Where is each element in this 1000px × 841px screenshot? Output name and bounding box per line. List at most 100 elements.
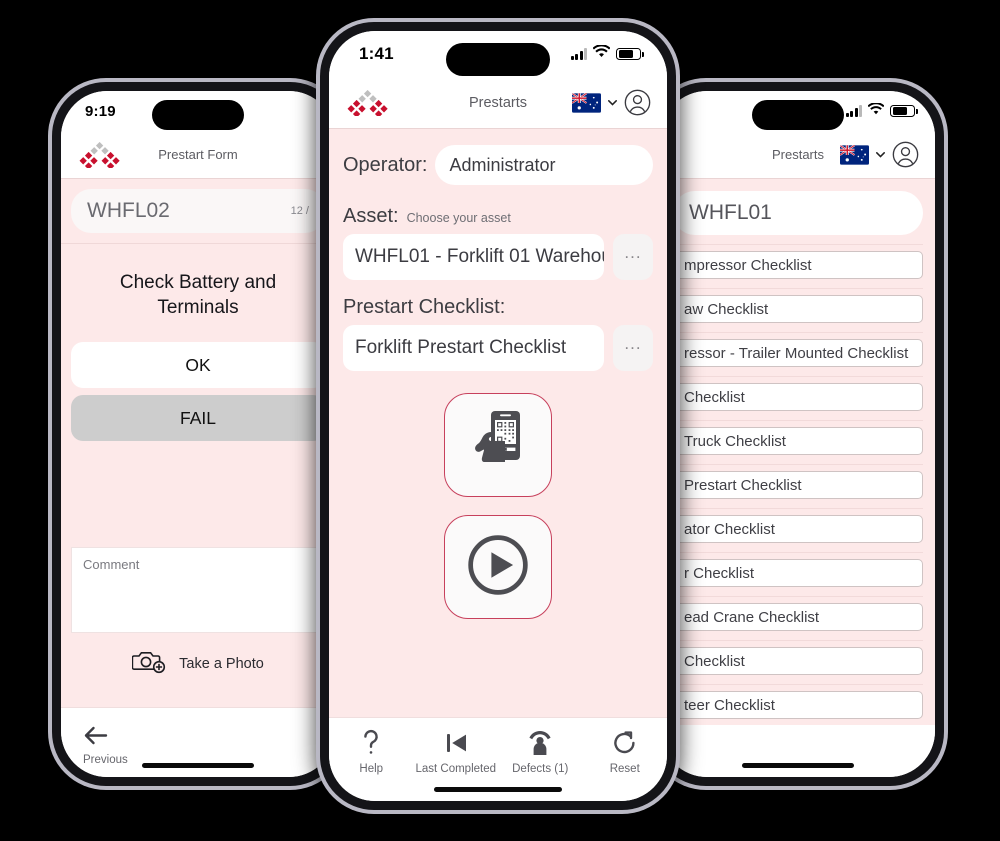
list-item[interactable]: Truck Checklist bbox=[673, 427, 923, 455]
start-button[interactable] bbox=[444, 515, 552, 619]
header-actions bbox=[840, 141, 919, 168]
phone-bezel: 1:41 Prestarts Operator: Administrator A… bbox=[320, 22, 676, 810]
user-avatar-icon[interactable] bbox=[892, 141, 919, 168]
status-bar: 9:19 bbox=[61, 91, 335, 131]
phone-screen-left: 9:19 Prestart Form WHFL02 12 / Check Bat… bbox=[61, 91, 335, 777]
action-buttons bbox=[343, 393, 653, 619]
user-avatar-icon[interactable] bbox=[624, 89, 651, 116]
phone-device-left: 9:19 Prestart Form WHFL02 12 / Check Bat… bbox=[48, 78, 348, 790]
progress-counter: 12 / bbox=[290, 205, 309, 217]
status-indicators bbox=[845, 102, 918, 120]
asset-label-row: Asset: Choose your asset bbox=[343, 205, 653, 228]
question-mark-icon bbox=[362, 728, 380, 758]
search-input[interactable]: WHFL01 bbox=[673, 191, 923, 235]
list-item[interactable]: ead Crane Checklist bbox=[673, 603, 923, 631]
arrow-left-icon bbox=[83, 720, 108, 750]
checklist-list: mpressor Checklist aw Checklist ressor -… bbox=[661, 244, 935, 719]
asset-search-input[interactable]: WHFL02 12 / bbox=[71, 189, 325, 233]
dynamic-island bbox=[446, 43, 550, 76]
app-header-center: Prestarts bbox=[329, 77, 667, 129]
tab-help-label: Help bbox=[359, 763, 384, 775]
checklist-label-row: Prestart Checklist: bbox=[343, 296, 653, 319]
divider bbox=[673, 508, 923, 509]
phone-bezel: Prestarts WHFL01 mpressor Checklist aw C… bbox=[652, 82, 944, 786]
list-item[interactable]: ressor - Trailer Mounted Checklist bbox=[673, 339, 923, 367]
checklist-picker-button[interactable]: ... bbox=[613, 325, 653, 371]
phone-bezel: 9:19 Prestart Form WHFL02 12 / Check Bat… bbox=[52, 82, 344, 786]
person-defect-icon bbox=[526, 728, 554, 758]
take-photo-label: Take a Photo bbox=[179, 655, 264, 672]
divider bbox=[673, 376, 923, 377]
asset-row: WHFL01 - Forklift 01 Warehou... ... bbox=[343, 234, 653, 280]
diamond-cluster-logo bbox=[345, 89, 391, 116]
bottom-safe-area bbox=[661, 725, 935, 777]
answer-fail-button[interactable]: FAIL bbox=[71, 395, 325, 442]
divider bbox=[673, 420, 923, 421]
status-indicators bbox=[570, 44, 644, 63]
cellular-signal-icon bbox=[845, 105, 862, 117]
dynamic-island bbox=[752, 100, 844, 130]
divider bbox=[673, 684, 923, 685]
checklist-input[interactable]: Forklift Prestart Checklist bbox=[343, 325, 604, 371]
australia-flag-icon[interactable] bbox=[840, 144, 869, 165]
hand-holding-phone-qr-icon bbox=[465, 408, 531, 483]
status-clock: 9:19 bbox=[85, 102, 116, 120]
operator-input[interactable]: Administrator bbox=[435, 145, 653, 185]
battery-icon bbox=[616, 47, 644, 61]
asset-label: Asset: bbox=[343, 205, 399, 227]
asset-input[interactable]: WHFL01 - Forklift 01 Warehou... bbox=[343, 234, 604, 280]
list-item[interactable]: mpressor Checklist bbox=[673, 251, 923, 279]
tab-last-completed-label: Last Completed bbox=[415, 763, 497, 775]
wifi-icon bbox=[867, 102, 885, 120]
diamond-cluster-logo bbox=[77, 141, 123, 168]
list-item[interactable]: Checklist bbox=[673, 647, 923, 675]
screenshot-stage: 9:19 Prestart Form WHFL02 12 / Check Bat… bbox=[0, 0, 1000, 841]
australia-flag-icon[interactable] bbox=[572, 92, 601, 113]
previous-button[interactable]: Previous bbox=[83, 720, 128, 766]
tab-defects-label: Defects (1) bbox=[512, 763, 569, 775]
list-item[interactable]: aw Checklist bbox=[673, 295, 923, 323]
list-item[interactable]: Prestart Checklist bbox=[673, 471, 923, 499]
tab-reset-label: Reset bbox=[609, 763, 640, 775]
phone-screen-right: Prestarts WHFL01 mpressor Checklist aw C… bbox=[661, 91, 935, 777]
home-indicator bbox=[142, 763, 254, 768]
divider bbox=[673, 288, 923, 289]
form-container: Operator: Administrator Asset: Choose yo… bbox=[329, 129, 667, 619]
list-item[interactable]: ator Checklist bbox=[673, 515, 923, 543]
play-circle-icon bbox=[465, 530, 531, 605]
tab-reset[interactable]: Reset bbox=[583, 728, 668, 775]
operator-row: Operator: Administrator bbox=[343, 145, 653, 185]
list-item[interactable]: r Checklist bbox=[673, 559, 923, 587]
status-bar bbox=[661, 91, 935, 131]
list-item[interactable]: teer Checklist bbox=[673, 691, 923, 719]
prestarts-list-body: WHFL01 mpressor Checklist aw Checklist r… bbox=[661, 179, 935, 725]
home-indicator bbox=[434, 787, 562, 792]
asset-picker-button[interactable]: ... bbox=[613, 234, 653, 280]
previous-label: Previous bbox=[83, 754, 128, 766]
chevron-down-icon[interactable] bbox=[606, 96, 619, 109]
asset-hint: Choose your asset bbox=[406, 211, 511, 225]
chevron-down-icon[interactable] bbox=[874, 148, 887, 161]
comment-input[interactable]: Comment bbox=[71, 547, 325, 633]
scan-qr-button[interactable] bbox=[444, 393, 552, 497]
asset-search-value: WHFL02 bbox=[87, 199, 170, 222]
list-item[interactable]: Checklist bbox=[673, 383, 923, 411]
tab-help[interactable]: Help bbox=[329, 728, 414, 775]
checklist-question: Check Battery and Terminals bbox=[119, 272, 277, 319]
refresh-icon bbox=[612, 728, 637, 758]
prestart-setup-body: Operator: Administrator Asset: Choose yo… bbox=[329, 129, 667, 717]
take-photo-button[interactable]: Take a Photo bbox=[61, 648, 335, 679]
search-value: WHFL01 bbox=[689, 201, 772, 224]
phone-screen-center: 1:41 Prestarts Operator: Administrator A… bbox=[329, 31, 667, 801]
dynamic-island bbox=[152, 100, 244, 130]
operator-label: Operator: bbox=[343, 153, 428, 176]
tab-last-completed[interactable]: Last Completed bbox=[414, 728, 499, 775]
tab-defects[interactable]: Defects (1) bbox=[498, 728, 583, 775]
divider bbox=[673, 244, 923, 245]
status-clock: 1:41 bbox=[359, 44, 394, 63]
battery-icon bbox=[890, 104, 918, 118]
app-header-right: Prestarts bbox=[661, 131, 935, 179]
cellular-signal-icon bbox=[570, 48, 587, 60]
answer-ok-button[interactable]: OK bbox=[71, 342, 325, 389]
status-bar: 1:41 bbox=[329, 31, 667, 77]
